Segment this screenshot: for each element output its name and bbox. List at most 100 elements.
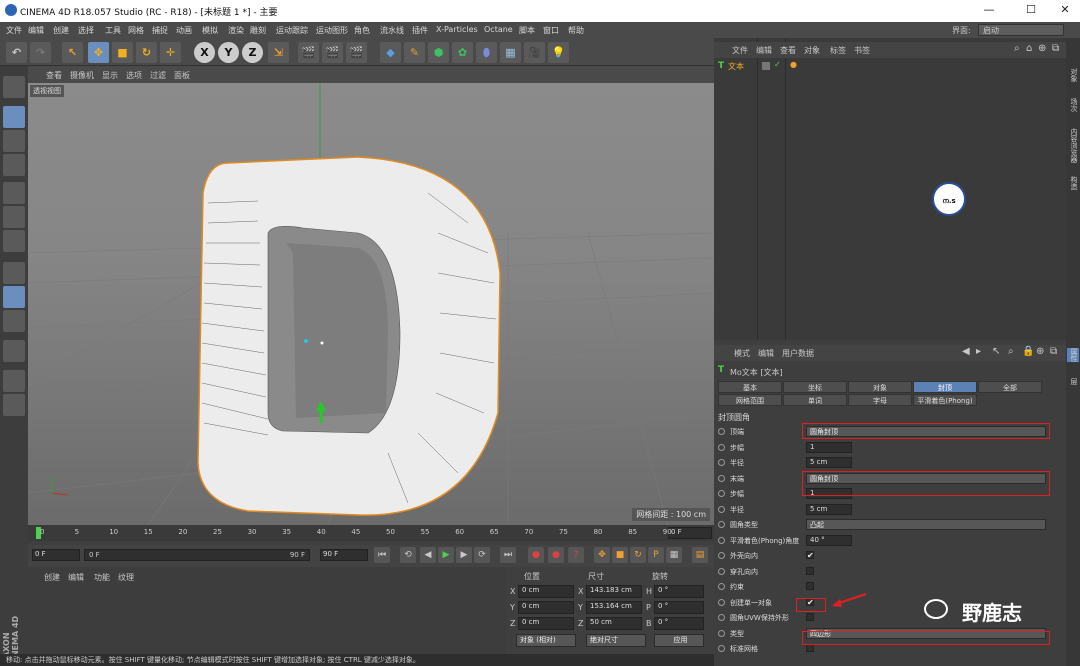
timeline-ruler[interactable]: 0 F 0 5 10 15 20 25 30 35 40 45 50 55 60 65 70 75 80 85 90 (28, 525, 714, 541)
x-axis-lock-button[interactable]: X (194, 42, 215, 63)
points-mode-icon[interactable] (3, 182, 25, 204)
new-manager-icon[interactable]: ⊕ (1036, 346, 1044, 357)
attr-menu-item[interactable]: 用户数据 (782, 348, 814, 359)
pen-spline-icon[interactable]: ✎ (404, 42, 425, 63)
restore-icon[interactable]: ⧉ (1050, 346, 1057, 357)
tab-structure[interactable]: 构造 (1067, 176, 1079, 190)
next-key-icon[interactable]: ⟳ (474, 547, 490, 563)
key-pla-icon[interactable]: ▦ (666, 547, 682, 563)
key-position-icon[interactable]: ✥ (594, 547, 610, 563)
animate-radio-icon[interactable] (718, 583, 725, 590)
menu-item[interactable]: 文件 (6, 25, 22, 36)
current-frame-field[interactable]: 0 F (668, 527, 712, 539)
property-checkbox[interactable] (806, 582, 814, 590)
property-number-field[interactable]: 40 ° (806, 534, 852, 546)
scale-tool-icon[interactable]: ■ (112, 42, 133, 63)
menu-item[interactable]: 运动图形 (316, 25, 348, 36)
make-editable-icon[interactable] (3, 76, 25, 98)
material-menu-item[interactable]: 纹理 (118, 572, 134, 583)
render-picture-viewer-icon[interactable]: 🎬 (322, 42, 343, 63)
previous-key-icon[interactable]: ⟲ (400, 547, 416, 563)
property-checkbox[interactable] (806, 644, 814, 652)
search-icon[interactable]: ⌕ (1014, 43, 1020, 54)
tab-row2-3[interactable]: 平滑着色(Phong) (913, 394, 977, 406)
animate-radio-icon[interactable] (718, 490, 725, 497)
workplane-icon[interactable] (3, 154, 25, 176)
cube-primitive-icon[interactable]: ◆ (380, 42, 401, 63)
viewport-menu-item[interactable]: 查看 (46, 70, 62, 81)
object-menu-item[interactable]: 查看 (780, 45, 796, 56)
time-range-slider[interactable]: 0 F 90 F (84, 549, 310, 561)
record-keys-icon[interactable]: ● (528, 547, 544, 563)
start-frame-field[interactable]: 0 F (32, 549, 80, 561)
animate-radio-icon[interactable] (718, 474, 725, 482)
layout-select[interactable]: 启动 (978, 24, 1064, 36)
viewport-menu-item[interactable]: 显示 (102, 70, 118, 81)
tag-icon[interactable]: ● (790, 60, 797, 69)
viewport-menu-item[interactable]: 面板 (174, 70, 190, 81)
polygons-mode-icon[interactable] (3, 230, 25, 252)
tab-3[interactable]: 封顶 (913, 381, 977, 393)
rotation-field[interactable]: 0 ° (654, 601, 704, 614)
animate-radio-icon[interactable] (718, 521, 725, 528)
forward-arrow-icon[interactable]: ▸ (976, 346, 981, 357)
object-menu-item[interactable]: 文件 (732, 45, 748, 56)
menu-item[interactable]: 模拟 (202, 25, 218, 36)
live-select-icon[interactable]: ↖ (62, 42, 83, 63)
subdivision-surface-icon[interactable]: ⬢ (428, 42, 449, 63)
minimize-button[interactable]: — (974, 3, 1004, 19)
menu-item[interactable]: 创建 (53, 25, 69, 36)
tab-row2-0[interactable]: 网格范围 (718, 394, 782, 406)
size-mode-select[interactable]: 绝对尺寸 (586, 634, 646, 647)
attr-menu-item[interactable]: 编辑 (758, 348, 774, 359)
magnet-icon[interactable] (3, 340, 25, 362)
undo-icon[interactable]: ↶ (6, 42, 27, 63)
apply-button[interactable]: 应用 (654, 634, 704, 647)
object-menu-item[interactable]: 对象 (804, 45, 820, 56)
menu-item[interactable]: 角色 (354, 25, 370, 36)
tab-row2-2[interactable]: 字母 (848, 394, 912, 406)
axis-mode-icon[interactable] (3, 262, 25, 284)
position-field[interactable]: 0 cm (518, 585, 574, 598)
menu-item[interactable]: 帮助 (568, 25, 584, 36)
tab-0[interactable]: 基本 (718, 381, 782, 393)
property-checkbox[interactable] (806, 566, 814, 575)
redo-icon[interactable]: ↷ (30, 42, 51, 63)
property-number-field[interactable]: 1 (806, 441, 852, 453)
deformer-icon[interactable]: ⬮ (476, 42, 497, 63)
enabled-check-icon[interactable]: ✓ (774, 60, 781, 69)
viewport-menu-item[interactable]: 摄像机 (70, 70, 94, 81)
snap-icon[interactable] (3, 310, 25, 332)
render-view-icon[interactable]: 🎬 (298, 42, 319, 63)
key-rotation-icon[interactable]: ↻ (630, 547, 646, 563)
perspective-viewport[interactable]: 透视视图 网格间距 : 100 cm (28, 83, 714, 525)
floor-icon[interactable]: ▦ (500, 42, 521, 63)
tab-content-browser[interactable]: 内容浏览器 (1067, 128, 1079, 163)
recent-tool-icon[interactable]: ✛ (160, 42, 181, 63)
position-field[interactable]: 0 cm (518, 601, 574, 614)
property-dropdown[interactable]: 凸起 (806, 519, 1046, 530)
rotate-tool-icon[interactable]: ↻ (136, 42, 157, 63)
menu-item[interactable]: 运动跟踪 (276, 25, 308, 36)
menu-item[interactable]: 捕捉 (152, 25, 168, 36)
property-number-field[interactable]: 5 cm (806, 503, 852, 515)
visibility-toggle-icon[interactable] (762, 62, 770, 70)
size-field[interactable]: 143.183 cm (586, 585, 642, 598)
size-field[interactable]: 153.164 cm (586, 601, 642, 614)
property-checkbox[interactable]: ✔ (806, 551, 814, 560)
z-axis-lock-button[interactable]: Z (242, 42, 263, 63)
menu-item[interactable]: 网格 (128, 25, 144, 36)
size-field[interactable]: 50 cm (586, 617, 642, 630)
lock-icon[interactable]: 🔒 (1022, 346, 1034, 357)
go-to-start-icon[interactable]: ⏮ (374, 547, 390, 563)
tab-2[interactable]: 对象 (848, 381, 912, 393)
animate-radio-icon[interactable] (718, 567, 725, 575)
previous-frame-icon[interactable]: ◀ (420, 547, 436, 563)
object-menu-item[interactable]: 书签 (854, 45, 870, 56)
object-name[interactable]: 文本 (728, 61, 744, 72)
next-frame-icon[interactable]: ▶ (456, 547, 472, 563)
camera-icon[interactable]: 🎥 (524, 42, 545, 63)
play-icon[interactable]: ▶ (438, 547, 454, 563)
lock-workplane-icon[interactable] (3, 370, 25, 392)
animate-radio-icon[interactable] (718, 645, 725, 652)
